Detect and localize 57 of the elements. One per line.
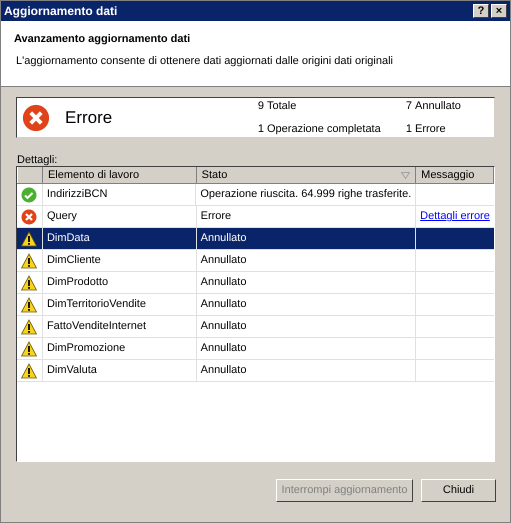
error-icon (21, 208, 38, 224)
table-cell: Annullato (196, 250, 416, 271)
error-details-link[interactable]: Dettagli errore (420, 208, 490, 225)
table-cell: DimTerritorioVendite (42, 294, 197, 315)
summary-status: Errore (65, 106, 114, 129)
close-dialog-button[interactable]: Chiudi (421, 479, 496, 502)
table-cell: Annullato (196, 338, 416, 359)
table-row[interactable]: DimValuta Annullato (17, 360, 494, 382)
count-label: Totale (267, 99, 296, 114)
table-row[interactable]: DimCliente Annullato (17, 250, 494, 272)
table-cell: FattoVenditeInternet (42, 316, 197, 337)
close-button[interactable]: × (491, 4, 507, 18)
count-value: 7 (404, 99, 412, 114)
warning-icon (21, 340, 38, 356)
count-label: Errore (415, 122, 446, 136)
table-cell: Query (42, 206, 197, 227)
count-label: Annullato (415, 99, 461, 114)
count-label: Operazione completata (267, 122, 381, 136)
table-cell: Operazione riuscita. 64.999 righe trasferite. (196, 184, 416, 205)
table-cell: Errore (196, 206, 416, 227)
table-cell: Annullato (196, 294, 416, 315)
sort-icon (401, 172, 410, 178)
table-cell: Annullato (196, 272, 416, 293)
warning-icon (21, 274, 38, 290)
error-icon (22, 104, 50, 132)
count-value: 9 (256, 99, 264, 114)
table-row[interactable]: FattoVenditeInternet Annullato (17, 316, 494, 338)
table-cell: DimData (42, 228, 197, 249)
header-title: Avanzamento aggiornamento dati (14, 32, 192, 47)
table-cell: Annullato (196, 316, 416, 337)
table-row[interactable]: DimProdotto Annullato (17, 272, 494, 294)
table-cell: DimValuta (42, 360, 197, 381)
count-value: 1 (404, 122, 412, 136)
warning-icon (21, 318, 38, 334)
header-description: L'aggiornamento consente di ottenere dati aggiornati dalle origini dati originali (16, 54, 394, 68)
details-label: Dettagli: (17, 153, 58, 166)
table-row[interactable]: IndirizziBCN Operazione riuscita. 64.999 righe trasferite. (17, 184, 494, 206)
table-cell: DimPromozione (42, 338, 197, 359)
warning-icon (21, 362, 38, 378)
window-title: Aggiornamento dati (4, 3, 118, 20)
column-header[interactable]: Stato (196, 167, 416, 183)
warning-icon (21, 296, 38, 312)
check-icon (21, 186, 38, 202)
warning-icon (21, 230, 38, 246)
table-row[interactable]: DimData Annullato (17, 228, 494, 250)
column-header[interactable]: Messaggio (416, 167, 494, 183)
warning-icon (21, 252, 38, 268)
table-row[interactable]: DimTerritorioVendite Annullato (17, 294, 494, 316)
column-header[interactable]: Elemento di lavoro (42, 167, 197, 183)
table-row[interactable]: DimPromozione Annullato (17, 338, 494, 360)
table-cell: Annullato (196, 228, 416, 249)
table-cell: Annullato (196, 360, 416, 381)
table-cell: DimCliente (42, 250, 197, 271)
table-cell: DimProdotto (42, 272, 197, 293)
help-button[interactable]: ? (473, 4, 489, 18)
count-value: 1 (256, 122, 264, 136)
table-cell: IndirizziBCN (42, 184, 196, 205)
